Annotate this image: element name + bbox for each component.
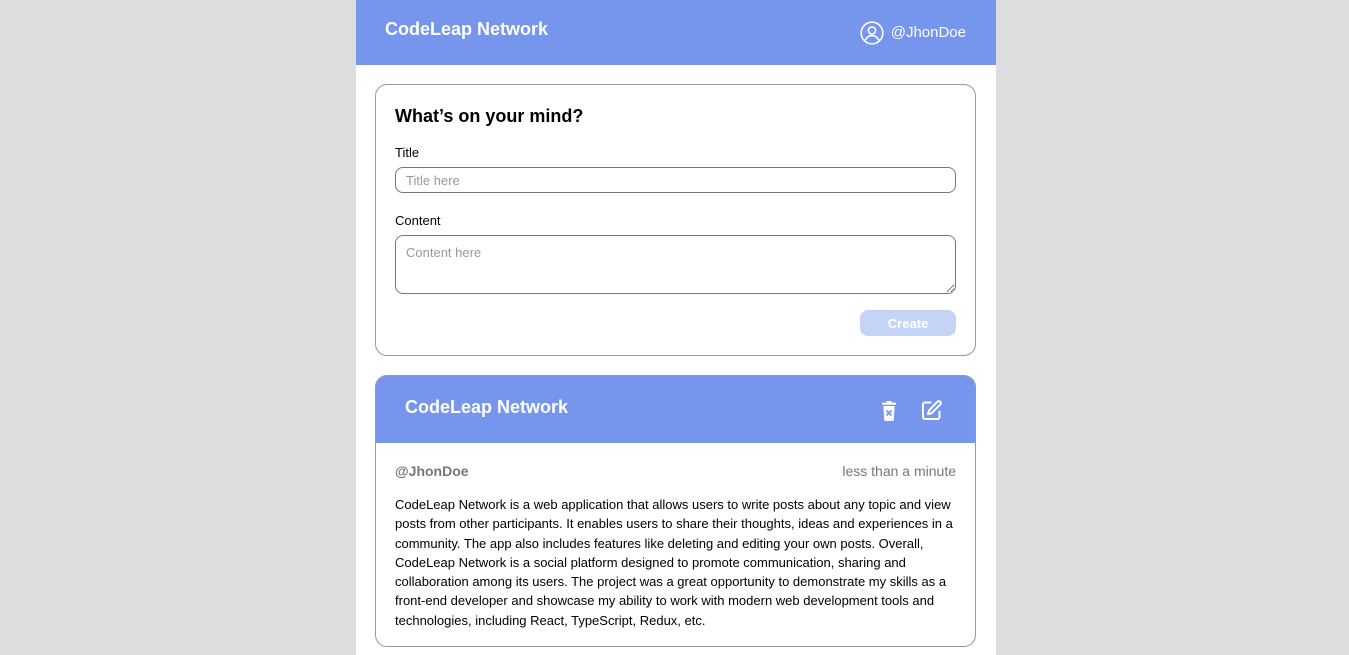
post-actions xyxy=(878,400,942,422)
create-post-heading: What’s on your mind? xyxy=(395,106,584,126)
create-button[interactable]: Create xyxy=(860,310,956,336)
post-card: CodeLeap Network @JhonDoe less than a mi… xyxy=(375,375,976,647)
title-input[interactable] xyxy=(395,167,956,193)
post-timestamp: less than a minute xyxy=(842,463,956,479)
edit-post-button[interactable] xyxy=(920,400,942,422)
user-info[interactable]: @JhonDoe xyxy=(860,20,966,45)
create-post-card: What’s on your mind? Title Content Creat… xyxy=(375,84,976,356)
username-label: @JhonDoe xyxy=(890,24,966,41)
user-circle-icon xyxy=(860,20,884,45)
trash-icon xyxy=(880,400,898,421)
edit-icon xyxy=(921,400,942,421)
top-bar: CodeLeap Network @JhonDoe xyxy=(356,0,996,65)
post-body: @JhonDoe less than a minute CodeLeap Net… xyxy=(376,443,975,630)
content-label: Content xyxy=(395,213,441,228)
post-title: CodeLeap Network xyxy=(405,397,569,417)
post-meta: @JhonDoe less than a minute xyxy=(395,462,956,480)
post-author: @JhonDoe xyxy=(395,463,469,479)
title-label: Title xyxy=(395,145,420,160)
post-header: CodeLeap Network xyxy=(376,376,975,443)
post-content: CodeLeap Network is a web application th… xyxy=(395,497,953,628)
content-textarea[interactable] xyxy=(395,235,956,294)
app-container: CodeLeap Network @JhonDoe What’s on your… xyxy=(356,0,996,655)
app-title: CodeLeap Network xyxy=(385,19,549,39)
delete-post-button[interactable] xyxy=(878,400,900,422)
